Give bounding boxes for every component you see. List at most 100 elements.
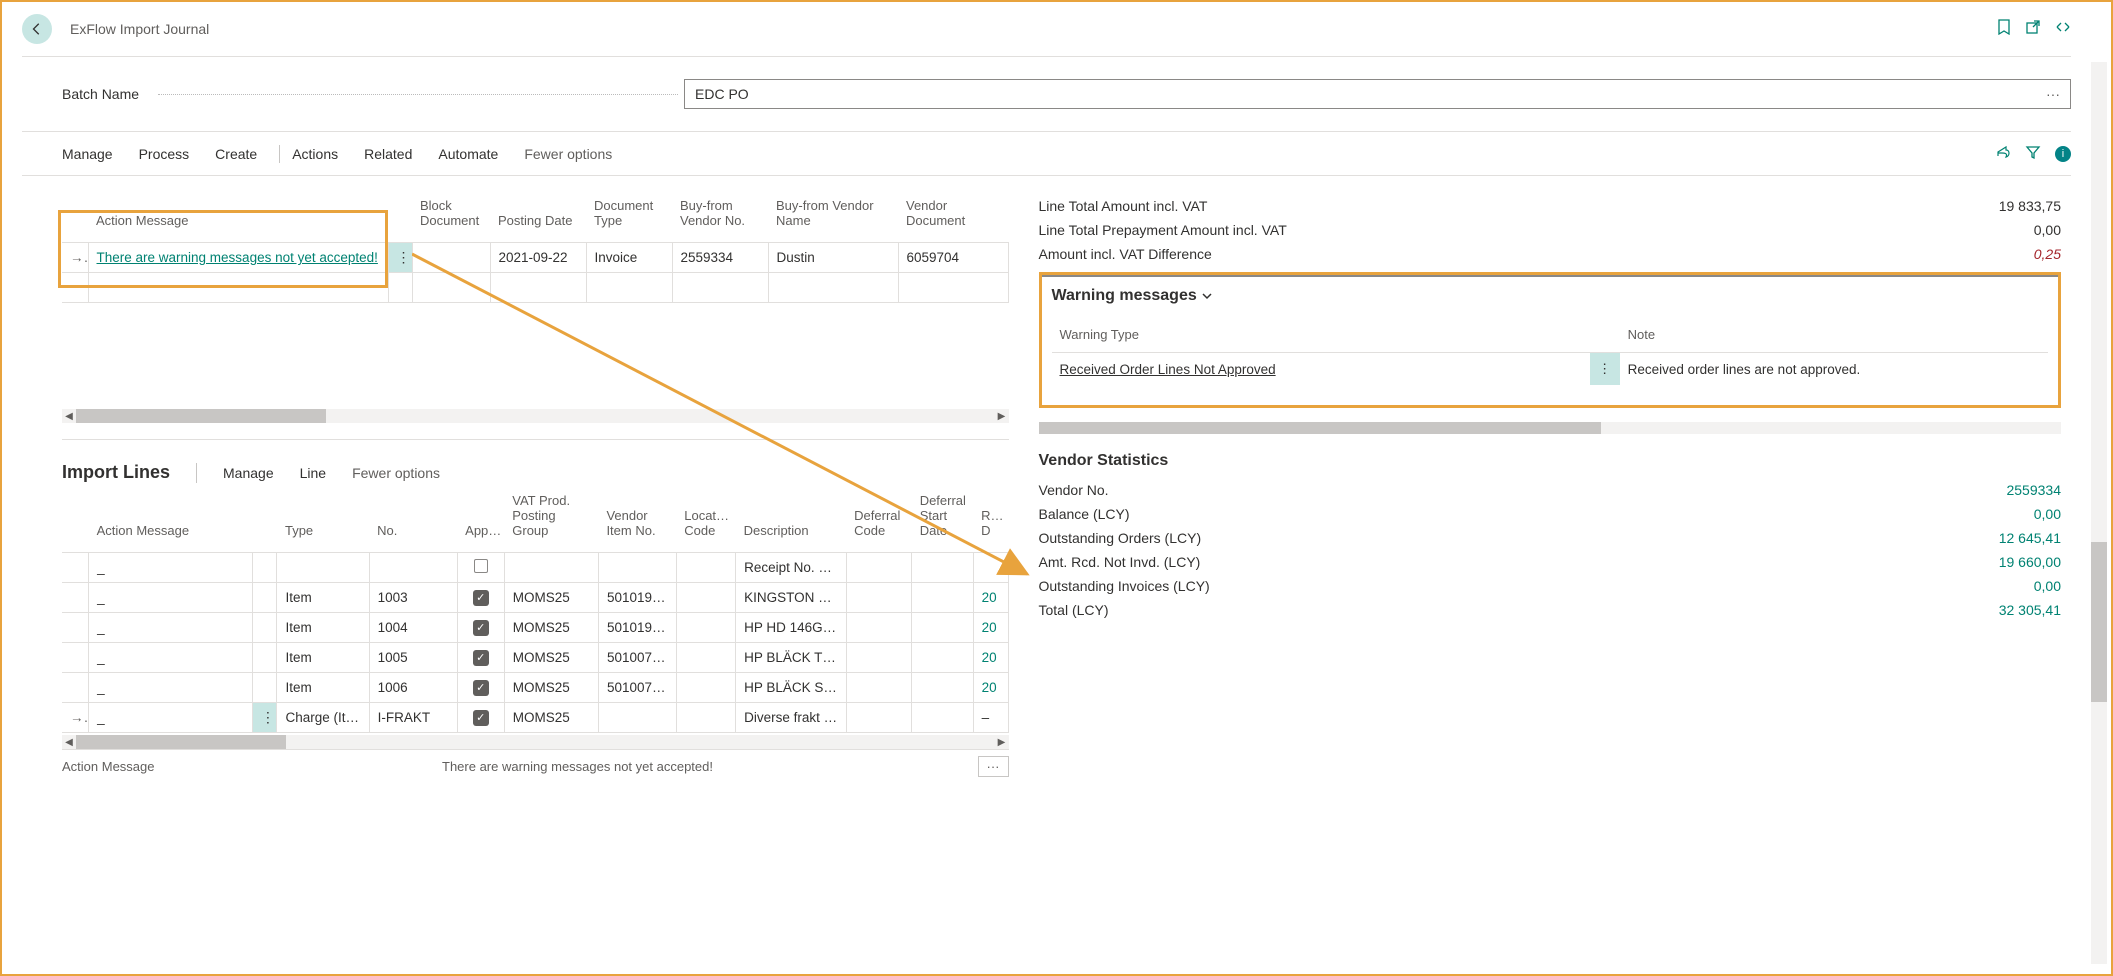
cell-deferral-code[interactable] <box>846 583 912 613</box>
main-grid-empty-row[interactable] <box>62 273 1008 303</box>
cell-vat[interactable]: MOMS25 <box>504 613 598 643</box>
cell-posting-date[interactable]: 2021-09-22 <box>490 243 586 273</box>
cell-rd[interactable] <box>973 553 1008 583</box>
info-icon[interactable]: i <box>2055 146 2071 162</box>
cell-action-msg[interactable]: _ <box>89 583 253 613</box>
cell-location[interactable] <box>676 613 735 643</box>
col-document-type[interactable]: Document Type <box>586 194 672 243</box>
col-lines-location[interactable]: Locat… Code <box>676 489 735 553</box>
main-grid-hscroll[interactable]: ◀ ▶ <box>62 409 1009 423</box>
line-row-menu[interactable]: ⋮ <box>252 703 277 733</box>
col-lines-r[interactable]: R… D <box>973 489 1008 553</box>
popout-icon[interactable] <box>2025 19 2041 40</box>
cell-type[interactable]: Item <box>277 673 369 703</box>
cell-app[interactable]: ✓ <box>457 643 504 673</box>
cell-deferral-code[interactable] <box>846 703 912 733</box>
cell-vendor-item[interactable]: 5010197… <box>598 583 676 613</box>
vstat-value[interactable]: 12 645,41 <box>1999 530 2061 546</box>
checkbox-checked-icon[interactable]: ✓ <box>473 620 489 636</box>
collapse-icon[interactable] <box>2055 19 2071 40</box>
cell-type[interactable] <box>277 553 369 583</box>
import-line-row[interactable]: _Item1005✓MOMS255010072…HP BLÄCK TR…20 <box>62 643 1008 673</box>
vstat-value[interactable]: 0,00 <box>2034 578 2061 594</box>
share-icon[interactable] <box>1995 144 2011 163</box>
cell-app[interactable]: ✓ <box>457 583 504 613</box>
row-menu-button[interactable]: ⋮ <box>388 243 412 273</box>
cell-no[interactable]: I-FRAKT <box>369 703 457 733</box>
scroll-right-icon[interactable]: ▶ <box>995 411 1009 422</box>
import-line-row[interactable]: _ Receipt No. 1… <box>62 553 1008 583</box>
cell-no[interactable]: 1006 <box>369 673 457 703</box>
tab-automate[interactable]: Automate <box>438 146 498 162</box>
cell-deferral-start[interactable] <box>912 553 973 583</box>
cell-rd[interactable]: – <box>973 703 1008 733</box>
cell-description[interactable]: Receipt No. 1… <box>736 553 847 583</box>
cell-vat[interactable]: MOMS25 <box>504 703 598 733</box>
tab-actions[interactable]: Actions <box>292 146 338 162</box>
cell-rd[interactable]: 20 <box>973 643 1008 673</box>
checkbox-checked-icon[interactable]: ✓ <box>473 710 489 726</box>
cell-vendor-item[interactable] <box>598 703 676 733</box>
cell-type[interactable]: Charge (Item) <box>277 703 369 733</box>
side-hscroll[interactable] <box>1039 422 2062 434</box>
cell-type[interactable]: Item <box>277 583 369 613</box>
cell-vat[interactable] <box>504 553 598 583</box>
scroll-right-icon[interactable]: ▶ <box>995 737 1009 748</box>
col-block-document[interactable]: Block Document <box>412 194 490 243</box>
col-vendor-document[interactable]: Vendor Document <box>898 194 1008 243</box>
cell-no[interactable] <box>369 553 457 583</box>
cell-deferral-start[interactable] <box>912 703 973 733</box>
cell-description[interactable]: KINGSTON 8… <box>736 583 847 613</box>
cell-no[interactable]: 1004 <box>369 613 457 643</box>
batch-lookup-button[interactable]: ··· <box>2046 86 2060 102</box>
cell-vendor-item[interactable]: 5010072… <box>598 643 676 673</box>
cell-description[interactable]: HP BLÄCK TR… <box>736 643 847 673</box>
cell-description[interactable]: HP BLÄCK SV… <box>736 673 847 703</box>
cell-description[interactable]: Diverse frakt i… <box>736 703 847 733</box>
cell-type[interactable]: Item <box>277 643 369 673</box>
cell-vendor-item[interactable]: 5010073… <box>598 673 676 703</box>
cell-vendor-item[interactable] <box>598 553 676 583</box>
import-lines-grid[interactable]: Action Message Type No. App… VAT Prod. P… <box>62 489 1009 733</box>
col-lines-app[interactable]: App… <box>457 489 504 553</box>
fewer-options[interactable]: Fewer options <box>524 146 612 162</box>
cell-rd[interactable]: 20 <box>973 613 1008 643</box>
col-warning-note[interactable]: Note <box>1620 323 2048 353</box>
filter-icon[interactable] <box>2025 144 2041 163</box>
action-message-link[interactable]: There are warning messages not yet accep… <box>97 250 378 265</box>
main-grid[interactable]: Action Message Block Document Posting Da… <box>62 194 1009 303</box>
main-grid-row[interactable]: → There are warning messages not yet acc… <box>62 243 1008 273</box>
tab-create[interactable]: Create <box>215 146 257 162</box>
import-line-row[interactable]: →_⋮Charge (Item)I-FRAKT✓MOMS25Diverse fr… <box>62 703 1008 733</box>
cell-app[interactable]: ✓ <box>457 673 504 703</box>
cell-rd[interactable]: 20 <box>973 583 1008 613</box>
checkbox-empty-icon[interactable] <box>474 559 488 573</box>
cell-location[interactable] <box>676 673 735 703</box>
footer-more-button[interactable]: ··· <box>978 756 1009 777</box>
cell-location[interactable] <box>676 703 735 733</box>
import-line-row[interactable]: _Item1006✓MOMS255010073…HP BLÄCK SV…20 <box>62 673 1008 703</box>
col-lines-no[interactable]: No. <box>369 489 457 553</box>
warning-row-menu[interactable]: ⋮ <box>1590 353 1620 386</box>
col-lines-vendor-item[interactable]: Vendor Item No. <box>598 489 676 553</box>
col-action-message[interactable]: Action Message <box>88 194 388 243</box>
cell-document-type[interactable]: Invoice <box>586 243 672 273</box>
lines-manage[interactable]: Manage <box>223 465 274 481</box>
cell-vendor-document[interactable]: 6059704 <box>898 243 1008 273</box>
import-line-row[interactable]: _Item1003✓MOMS255010197…KINGSTON 8…20 <box>62 583 1008 613</box>
cell-action-msg[interactable]: _ <box>89 643 253 673</box>
lines-line[interactable]: Line <box>300 465 326 481</box>
tab-manage[interactable]: Manage <box>62 146 113 162</box>
cell-action-msg[interactable]: _ <box>89 553 253 583</box>
cell-vendor-name[interactable]: Dustin <box>768 243 898 273</box>
warning-row[interactable]: Received Order Lines Not Approved ⋮ Rece… <box>1052 353 2049 386</box>
cell-description[interactable]: HP HD 146GB… <box>736 613 847 643</box>
cell-vat[interactable]: MOMS25 <box>504 583 598 613</box>
cell-deferral-code[interactable] <box>846 553 912 583</box>
col-lines-vat[interactable]: VAT Prod. Posting Group <box>504 489 598 553</box>
cell-deferral-code[interactable] <box>846 613 912 643</box>
scroll-left-icon[interactable]: ◀ <box>62 411 76 422</box>
scroll-thumb[interactable] <box>76 409 326 423</box>
cell-deferral-start[interactable] <box>912 673 973 703</box>
cell-vat[interactable]: MOMS25 <box>504 673 598 703</box>
